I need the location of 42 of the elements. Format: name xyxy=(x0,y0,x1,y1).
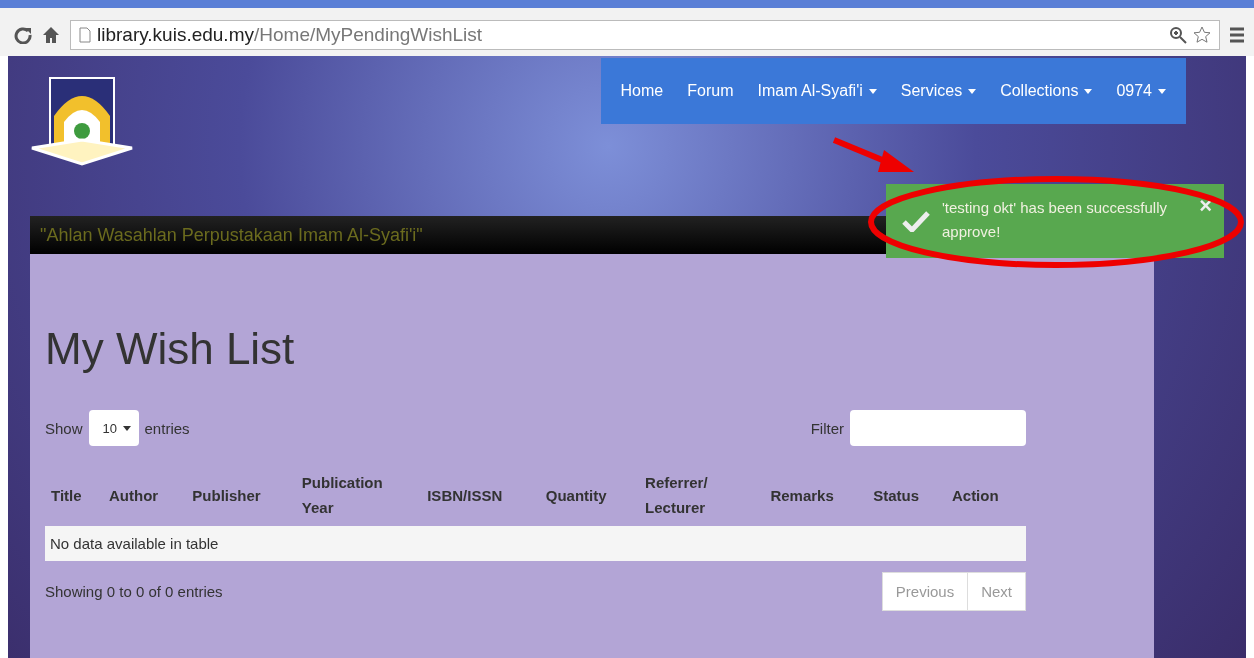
show-label: Show xyxy=(45,419,83,437)
nav-link[interactable]: Services xyxy=(888,82,989,100)
column-header[interactable]: Action xyxy=(945,464,1026,526)
filter-label: Filter xyxy=(810,419,844,437)
column-header[interactable]: Title xyxy=(45,464,103,526)
nav-link[interactable]: Collections xyxy=(988,82,1105,100)
caret-icon xyxy=(868,88,877,94)
table-info: Showing 0 to 0 of 0 entries xyxy=(45,583,223,600)
column-header[interactable]: Publisher xyxy=(186,464,296,526)
column-header[interactable]: Quantity xyxy=(539,464,640,526)
entries-label: entries xyxy=(144,419,190,437)
column-header[interactable]: ISBN/ISSN xyxy=(421,464,540,526)
caret-icon xyxy=(1084,88,1093,94)
nav-link[interactable]: Home xyxy=(608,82,676,100)
toast-message: 'testing okt' has been successfully approve! xyxy=(942,198,1168,242)
caret-icon xyxy=(1158,88,1166,94)
column-header[interactable]: Author xyxy=(103,464,187,526)
banner-text: "Ahlan Wasahlan Perpustakaan Imam Al-Syafi'i" xyxy=(40,224,423,246)
zoom-icon[interactable] xyxy=(1169,26,1187,44)
entries-select[interactable]: 10 xyxy=(88,410,139,446)
column-header[interactable]: Publication Year xyxy=(295,464,422,526)
nav-link[interactable]: Imam Al-Syafi'i xyxy=(745,82,889,100)
page-icon xyxy=(79,27,91,43)
column-header[interactable]: Referrer/ Lecturer xyxy=(639,464,765,526)
url-path: /Home/MyPendingWishList xyxy=(254,24,483,46)
column-header[interactable]: Remarks xyxy=(764,464,868,526)
home-icon[interactable] xyxy=(42,26,60,44)
check-icon xyxy=(902,210,930,232)
star-icon[interactable] xyxy=(1193,26,1211,44)
nav-link[interactable]: 0974 xyxy=(1104,82,1178,100)
url-host: library.kuis.edu.my xyxy=(97,24,254,46)
caret-icon xyxy=(968,88,977,94)
menu-icon[interactable] xyxy=(1230,27,1244,43)
page-title: My Wish List xyxy=(45,324,296,374)
empty-table-cell: No data available in table xyxy=(45,526,1026,561)
address-bar[interactable]: library.kuis.edu.my/Home/MyPendingWishList xyxy=(70,20,1220,50)
caret-icon xyxy=(122,425,131,431)
reload-icon[interactable] xyxy=(14,26,32,44)
logo-icon xyxy=(30,76,134,168)
filter-input[interactable] xyxy=(850,410,1026,446)
nav-link[interactable]: Forum xyxy=(675,82,746,100)
column-header[interactable]: Status xyxy=(867,464,946,526)
